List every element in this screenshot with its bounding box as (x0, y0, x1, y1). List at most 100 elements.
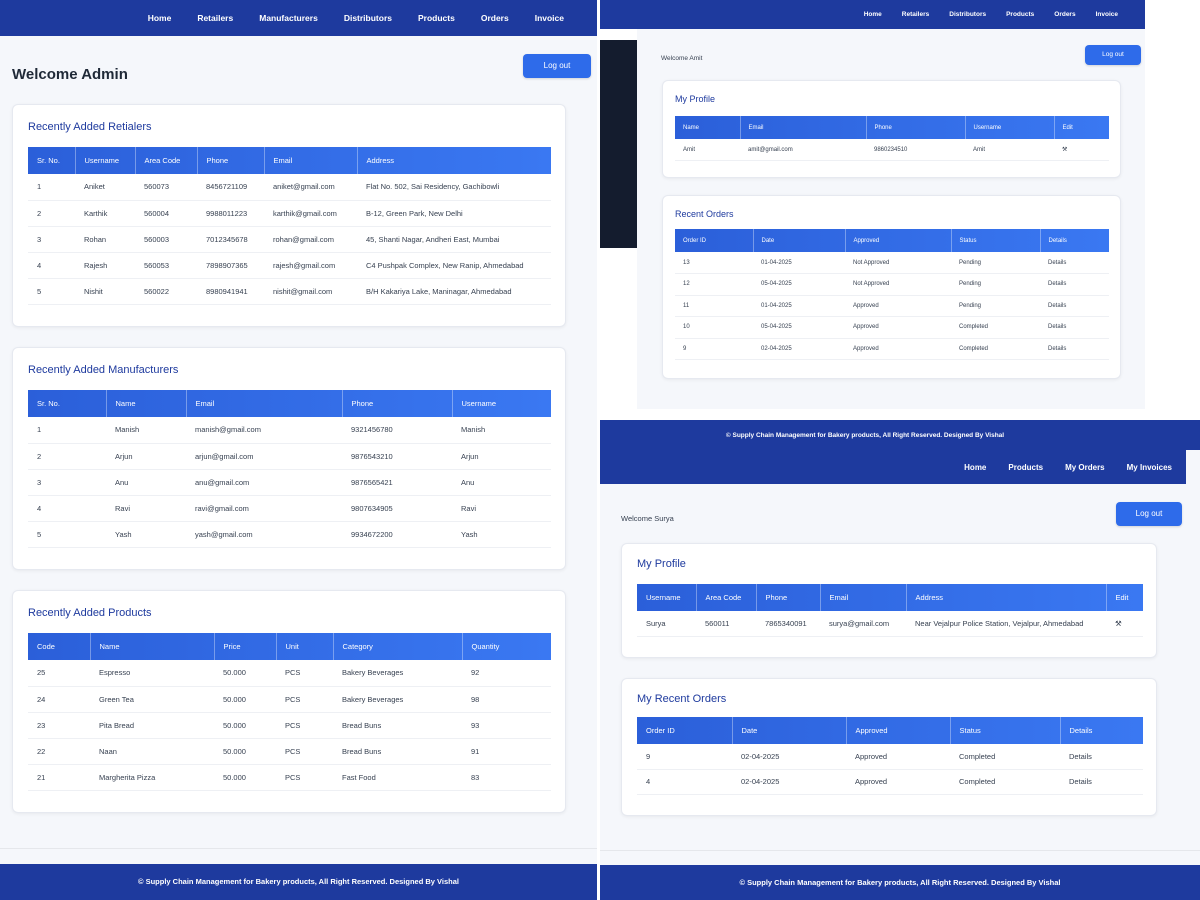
table-cell: Near Vejalpur Police Station, Vejalpur, … (906, 611, 1106, 637)
profile-table: Username Area Code Phone Email Address Edit S… (637, 584, 1143, 637)
nav-my-orders[interactable]: My Orders (1065, 463, 1105, 472)
profile-body: Amit amit@gmail.com 9860234510 Amit ⚒ (675, 139, 1109, 161)
nav-retailers[interactable]: Retailers (197, 13, 233, 23)
nav-orders[interactable]: Orders (481, 13, 509, 23)
details-link[interactable]: Details (1060, 769, 1143, 795)
table-row: 3 Rohan 560003 7012345678 rohan@gmail.com 45,… (28, 226, 551, 253)
table-cell: Bread Buns (333, 712, 462, 739)
admin-dashboard: Home Retailers Manufacturers Distributor… (0, 0, 597, 900)
table-cell: manish@gmail.com (186, 417, 342, 444)
column-header: Date (732, 717, 847, 744)
table-cell: Espresso (90, 660, 214, 687)
table-cell: Completed (951, 316, 1040, 339)
details-link[interactable]: Details (1040, 316, 1109, 339)
divider (0, 848, 597, 849)
table-cell: 83 (462, 764, 551, 791)
nav-products[interactable]: Products (418, 13, 455, 23)
table-cell: 3 (28, 226, 75, 253)
details-link[interactable]: Details (1040, 252, 1109, 274)
table-cell: 9 (637, 744, 732, 770)
nav-distributors[interactable]: Distributors (344, 13, 392, 23)
orders-table: Order ID Date Approved Status Details 13 01-0… (675, 229, 1109, 360)
nav-home[interactable]: Home (964, 463, 986, 472)
profile-title: My Profile (637, 558, 686, 570)
welcome-text: Welcome Surya (621, 514, 674, 523)
table-cell: PCS (276, 712, 333, 739)
table-cell: B/H Kakariya Lake, Maninagar, Ahmedabad (357, 278, 551, 305)
table-header-row: Sr. No. Name Email Phone Username (28, 390, 551, 417)
table-cell: 21 (28, 764, 90, 791)
profile-body: Surya 560011 7865340091 surya@gmail.com Near… (637, 611, 1143, 637)
nav-invoice[interactable]: Invoice (1096, 11, 1118, 18)
table-cell: rohan@gmail.com (264, 226, 357, 253)
table-cell: aniket@gmail.com (264, 174, 357, 201)
nav-products[interactable]: Products (1008, 463, 1043, 472)
nav-retailers[interactable]: Retailers (902, 11, 929, 18)
details-link[interactable]: Details (1040, 295, 1109, 317)
nav-my-invoices[interactable]: My Invoices (1127, 463, 1172, 472)
table-cell: 02-04-2025 (732, 769, 846, 795)
column-header: Area Code (696, 584, 757, 611)
details-link[interactable]: Details (1060, 744, 1143, 770)
table-cell: 1 (28, 174, 75, 201)
table-cell: Approved (846, 769, 950, 795)
edit-icon[interactable]: ⚒ (1106, 611, 1143, 637)
table-cell: Not Approved (845, 252, 951, 274)
edit-icon[interactable]: ⚒ (1054, 139, 1109, 161)
table-row: 22 Naan 50.000 PCS Bread Buns 91 (28, 738, 551, 765)
table-row: 25 Espresso 50.000 PCS Bakery Beverages 92 (28, 660, 551, 687)
table-cell: 92 (462, 660, 551, 687)
table-cell: 02-04-2025 (732, 744, 846, 770)
products-title: Recently Added Products (28, 607, 152, 619)
nav-orders[interactable]: Orders (1054, 11, 1075, 18)
table-cell: Anu (106, 469, 186, 496)
table-row: 10 05-04-2025 Approved Completed Details (675, 316, 1109, 339)
admin-footer: © Supply Chain Management for Bakery pro… (0, 864, 597, 900)
surya-dashboard: © Supply Chain Management for Bakery pro… (600, 420, 1200, 900)
table-row: 1 Aniket 560073 8456721109 aniket@gmail.com F… (28, 174, 551, 201)
table-cell: Approved (846, 744, 950, 770)
details-link[interactable]: Details (1040, 338, 1109, 360)
manufacturers-title: Recently Added Manufacturers (28, 364, 179, 376)
manufacturers-body: 1 Manish manish@gmail.com 9321456780 Manish 2… (28, 417, 551, 548)
nav-home[interactable]: Home (864, 11, 882, 18)
table-cell: 5 (28, 521, 106, 548)
table-cell: PCS (276, 764, 333, 791)
table-cell: 91 (462, 738, 551, 765)
column-header: Phone (197, 147, 265, 174)
table-row: 12 05-04-2025 Not Approved Pending Details (675, 273, 1109, 296)
surya-navbar: Home Products My Orders My Invoices (600, 450, 1186, 484)
nav-products[interactable]: Products (1006, 11, 1034, 18)
table-row: 2 Arjun arjun@gmail.com 9876543210 Arjun (28, 443, 551, 470)
details-link[interactable]: Details (1040, 273, 1109, 296)
table-cell: Completed (950, 744, 1060, 770)
column-header: Email (186, 390, 343, 417)
table-cell: 24 (28, 686, 90, 713)
table-row: 24 Green Tea 50.000 PCS Bakery Beverages 98 (28, 686, 551, 713)
table-cell: Pita Bread (90, 712, 214, 739)
table-cell: 8980941941 (197, 278, 264, 305)
table-cell: 11 (675, 295, 753, 317)
logout-button[interactable]: Log out (523, 54, 591, 78)
table-cell: anu@gmail.com (186, 469, 342, 496)
nav-distributors[interactable]: Distributors (949, 11, 986, 18)
nav-home[interactable]: Home (148, 13, 172, 23)
divider (600, 850, 1200, 851)
logout-button[interactable]: Log out (1116, 502, 1182, 526)
table-cell: rajesh@gmail.com (264, 252, 357, 279)
nav-manufacturers[interactable]: Manufacturers (259, 13, 318, 23)
table-cell: Amit (965, 139, 1054, 161)
logout-button[interactable]: Log out (1085, 45, 1141, 65)
retailers-card: Recently Added Retialers Sr. No. Username… (12, 104, 566, 327)
amit-navbar: Home Retailers Distributors Products Ord… (600, 0, 1145, 29)
welcome-text: Welcome Amit (661, 55, 703, 62)
column-header: Name (90, 633, 215, 660)
column-header: Phone (756, 584, 821, 611)
nav-invoice[interactable]: Invoice (535, 13, 564, 23)
manufacturers-table: Sr. No. Name Email Phone Username 1 Manish man… (28, 390, 551, 548)
table-cell: 13 (675, 252, 753, 274)
table-cell: 4 (28, 252, 75, 279)
table-cell: Not Approved (845, 273, 951, 296)
table-cell: B-12, Green Park, New Delhi (357, 200, 551, 227)
table-cell: 7898907365 (197, 252, 264, 279)
